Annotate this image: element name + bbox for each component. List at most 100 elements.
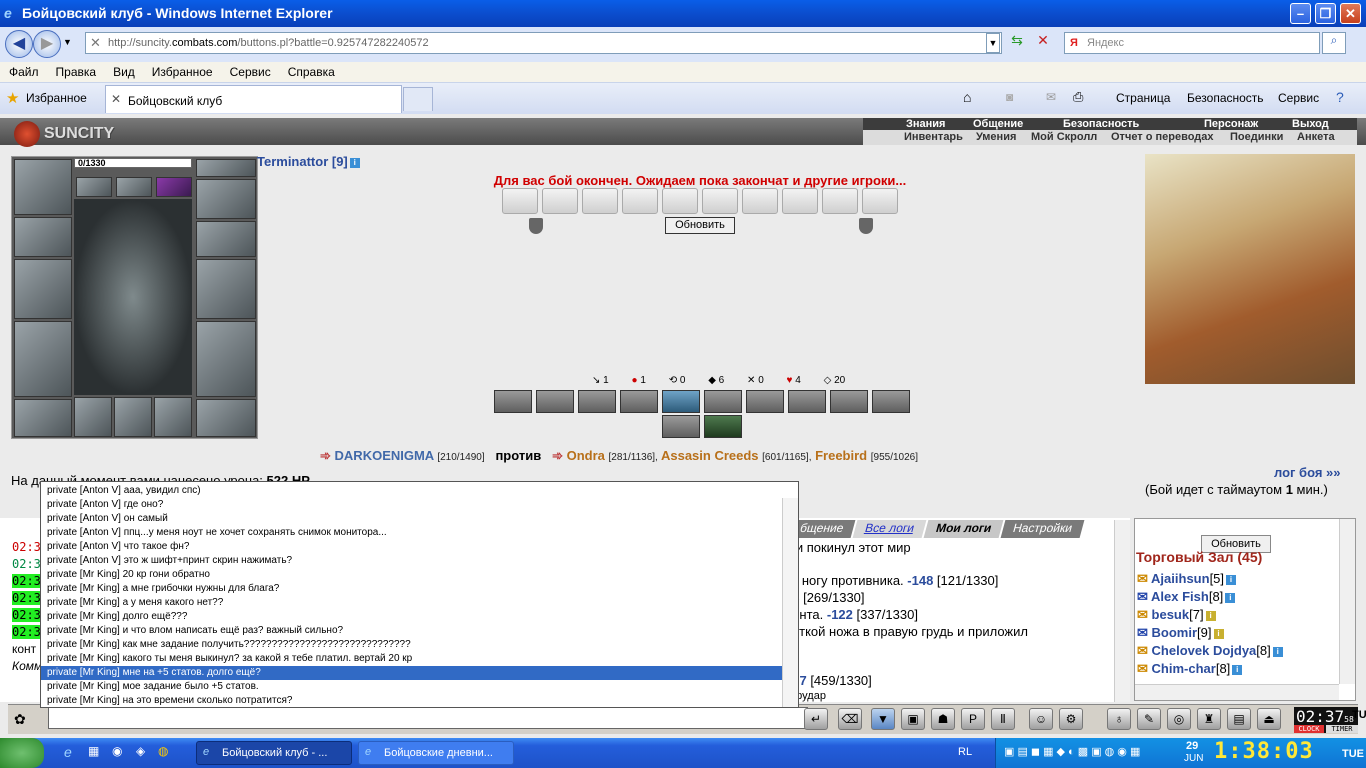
skill-icon[interactable] xyxy=(494,390,532,413)
save-icon[interactable]: ▣ xyxy=(901,708,925,730)
info-icon[interactable]: i xyxy=(349,157,360,168)
user-entry[interactable]: ✉ Ajaiihsun[5] i xyxy=(1137,571,1237,587)
skill-icon[interactable] xyxy=(746,390,784,413)
chat-line[interactable]: private [Mr King] а мне грибочки нужны д… xyxy=(41,582,782,596)
menu-page[interactable]: Страница xyxy=(1116,91,1170,105)
chat-line[interactable]: private [Mr King] а у меня какого нет?? xyxy=(41,596,782,610)
back-button[interactable]: ◀ xyxy=(5,30,33,58)
feeds-icon[interactable]: ◙ xyxy=(1006,90,1013,104)
chat-line[interactable]: private [Mr King] как мне задание получи… xyxy=(41,638,782,652)
address-input[interactable]: ✕ http://suncity.combats.com/buttons.pl?… xyxy=(85,32,1002,54)
scroll-slot[interactable] xyxy=(742,188,778,214)
favorites-button[interactable]: Избранное xyxy=(26,91,87,105)
chat-line[interactable]: private [Anton V] ппц...у меня ноут не х… xyxy=(41,526,782,540)
menu-view[interactable]: Вид xyxy=(104,62,143,79)
nav-battles[interactable]: Поединки xyxy=(1230,131,1283,143)
inventory-icon[interactable]: ♜ xyxy=(1197,708,1221,730)
nav-inventory[interactable]: Инвентарь xyxy=(904,131,963,143)
nav-communication[interactable]: Общение xyxy=(973,118,1023,130)
bag-icon[interactable]: ▤ xyxy=(1227,708,1251,730)
scroll-slot[interactable] xyxy=(622,188,658,214)
fight-icon[interactable]: ☗ xyxy=(931,708,955,730)
chat-line[interactable]: private [Mr King] долго ещё??? xyxy=(41,610,782,624)
battle-log-link[interactable]: лог боя »» xyxy=(1274,465,1341,480)
print-icon[interactable]: ⎙ xyxy=(1073,89,1083,105)
media-icon[interactable]: ◉ xyxy=(112,744,122,758)
menu-tools-toolbar[interactable]: Сервис xyxy=(1278,91,1319,105)
exit-icon[interactable]: ⏏ xyxy=(1257,708,1281,730)
nav-exit[interactable]: Выход xyxy=(1292,118,1329,130)
belt-slot[interactable] xyxy=(14,399,72,437)
new-tab-button[interactable] xyxy=(403,87,433,111)
tab-my-logs[interactable]: Мои логи xyxy=(923,520,1004,538)
pl-icon[interactable]: P xyxy=(961,708,985,730)
chat-list-scrollbar[interactable] xyxy=(782,498,798,707)
folder-icon[interactable]: ▦ xyxy=(88,744,99,758)
nav-knowledge[interactable]: Знания xyxy=(906,118,945,130)
app-icon[interactable]: ◈ xyxy=(136,744,145,758)
bracers-slot[interactable] xyxy=(14,217,72,257)
menu-tools[interactable]: Сервис xyxy=(221,62,279,79)
minimize-button[interactable]: – xyxy=(1290,3,1311,24)
language-indicator[interactable]: RL xyxy=(958,746,972,758)
chat-line[interactable]: private [Mr King] какого ты меня выкинул… xyxy=(41,652,782,666)
weapon-slot[interactable] xyxy=(14,259,72,319)
skill-icon[interactable] xyxy=(662,390,700,413)
map-icon[interactable]: ◎ xyxy=(1167,708,1191,730)
helmet-slot[interactable] xyxy=(14,159,72,215)
team-left-name[interactable]: DARKOENIGMA xyxy=(335,448,434,463)
refresh-button[interactable]: Обновить xyxy=(665,217,735,234)
browser-tab[interactable]: ✕ Бойцовский клуб xyxy=(105,85,402,113)
gloves-slot[interactable] xyxy=(196,221,256,257)
chat-line[interactable]: private [Anton V] ааа, увидил спс) xyxy=(41,484,782,498)
filter-icon[interactable]: ▼ xyxy=(871,708,895,730)
chat-line[interactable]: private [Anton V] где оно? xyxy=(41,498,782,512)
chat-menu-icon[interactable]: ✿ xyxy=(14,711,26,728)
offhand-slot[interactable] xyxy=(196,259,256,319)
log-scrollbar[interactable] xyxy=(1114,520,1130,702)
scroll-slot[interactable] xyxy=(542,188,578,214)
nav-scroll[interactable]: Мой Скролл xyxy=(1031,131,1097,143)
nav-character[interactable]: Персонаж xyxy=(1204,118,1258,130)
search-icon[interactable]: ⌕ xyxy=(1322,32,1346,54)
scroll-slot[interactable] xyxy=(582,188,618,214)
pause-icon[interactable]: Ⅱ xyxy=(991,708,1015,730)
maximize-button[interactable]: ❐ xyxy=(1315,3,1336,24)
nav-profile[interactable]: Анкета xyxy=(1297,131,1335,143)
rune-slot-1[interactable] xyxy=(74,397,112,437)
amulet-slot[interactable] xyxy=(196,159,256,177)
ring-slot-3[interactable] xyxy=(156,177,192,197)
user-entry[interactable]: ✉ Chelovek Dojdya[8] i xyxy=(1137,643,1283,659)
chat-line-selected[interactable]: private [Mr King] мне на +5 статов. долг… xyxy=(41,666,782,680)
chat-history-list[interactable]: private [Anton V] ааа, увидил спс) priva… xyxy=(40,481,799,708)
skill-icon[interactable] xyxy=(704,415,742,438)
menu-favorites[interactable]: Избранное xyxy=(143,62,221,79)
scroll-slot[interactable] xyxy=(662,188,698,214)
enemy-name[interactable]: Freebird xyxy=(815,448,867,463)
settings-icon[interactable]: ⚙ xyxy=(1059,708,1083,730)
user-entry[interactable]: ✉ Chim-char[8] i xyxy=(1137,661,1243,677)
potion-icon[interactable]: ♁ xyxy=(1107,708,1131,730)
ie-quicklaunch-icon[interactable]: e xyxy=(64,744,72,760)
room-hscrollbar[interactable] xyxy=(1135,684,1339,700)
skill-icon[interactable] xyxy=(620,390,658,413)
skill-icon[interactable] xyxy=(536,390,574,413)
scroll-slot[interactable] xyxy=(502,188,538,214)
chat-line[interactable]: private [Mr King] мое задание было +5 ст… xyxy=(41,680,782,694)
skill-icon[interactable] xyxy=(704,390,742,413)
skill-icon[interactable] xyxy=(662,415,700,438)
send-icon[interactable]: ↵ xyxy=(804,708,828,730)
chat-line[interactable]: private [Mr King] и что влом написать ещ… xyxy=(41,624,782,638)
menu-file[interactable]: Файл xyxy=(0,62,47,79)
room-scrollbar[interactable] xyxy=(1339,519,1355,684)
scroll-slot[interactable] xyxy=(862,188,898,214)
forward-button[interactable]: ▶ xyxy=(33,30,61,58)
ring-slot-1[interactable] xyxy=(76,177,112,197)
menu-safety[interactable]: Безопасность xyxy=(1187,91,1264,105)
chat-line[interactable]: private [Mr King] 20 кр гони обратно xyxy=(41,568,782,582)
scroll-icon[interactable]: ✎ xyxy=(1137,708,1161,730)
history-dropdown-icon[interactable]: ▼ xyxy=(63,37,72,47)
user-entry[interactable]: ✉ Alex Fish[8] i xyxy=(1137,589,1236,605)
legs-slot[interactable] xyxy=(196,321,256,397)
refresh-icon[interactable]: ⇆ xyxy=(1006,32,1028,54)
